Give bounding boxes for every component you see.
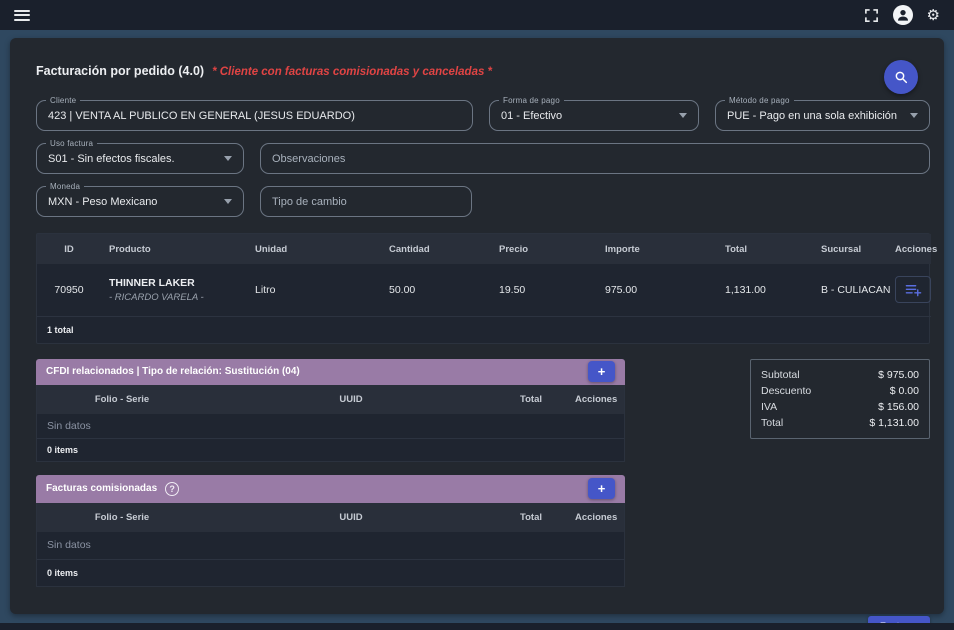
subtotal-label: Subtotal (761, 369, 800, 381)
account-avatar-icon[interactable] (893, 5, 913, 25)
moneda-value: MXN - Peso Mexicano (48, 196, 216, 208)
observaciones-field[interactable] (260, 143, 930, 174)
col-acciones: Acciones (887, 234, 931, 264)
forma-de-pago-value: 01 - Efectivo (501, 110, 671, 122)
bottom-bar (0, 623, 954, 630)
facturas-comisionadas-title: Facturas comisionadas (46, 483, 157, 494)
col-uuid: UUID (207, 385, 495, 414)
iva-value: $ 156.00 (878, 401, 919, 413)
tipo-de-cambio-field[interactable] (260, 186, 472, 217)
settings-gear-icon[interactable]: ⚙ (927, 8, 940, 23)
product-seller: - RICARDO VARELA - (109, 292, 239, 303)
fullscreen-icon[interactable] (864, 8, 879, 23)
add-cfdi-button[interactable]: + (588, 361, 615, 382)
uso-factura-label: Uso factura (46, 139, 97, 148)
help-icon[interactable]: ? (165, 482, 179, 496)
chevron-down-icon (679, 113, 687, 118)
col-cantidad: Cantidad (381, 234, 491, 264)
add-factura-comisionada-button[interactable]: + (588, 478, 615, 499)
col-acciones: Acciones (567, 385, 624, 414)
facturas-items-count: 0 items (37, 560, 624, 586)
cliente-value: 423 | VENTA AL PUBLICO EN GENERAL (JESUS… (48, 110, 461, 122)
cell-sucursal: B - CULIACAN (813, 264, 887, 316)
plus-icon: + (598, 482, 606, 495)
col-folio-serie: Folio - Serie (37, 385, 207, 414)
product-name: THINNER LAKER (109, 277, 239, 289)
cell-importe: 975.00 (597, 264, 717, 316)
cliente-field[interactable]: Cliente 423 | VENTA AL PUBLICO EN GENERA… (36, 100, 473, 131)
facturas-comisionadas-header: Facturas comisionadas ? + (36, 475, 625, 503)
cfdi-relacionados-section: CFDI relacionados | Tipo de relación: Su… (36, 359, 625, 462)
cell-producto: THINNER LAKER - RICARDO VARELA - (101, 264, 247, 316)
iva-label: IVA (761, 401, 777, 413)
cfdi-relacionados-header: CFDI relacionados | Tipo de relación: Su… (36, 359, 625, 385)
moneda-select[interactable]: Moneda MXN - Peso Mexicano (36, 186, 244, 217)
row-add-to-list-button[interactable] (895, 276, 931, 303)
facturas-comisionadas-section: Facturas comisionadas ? + Fol (36, 475, 625, 587)
cell-unidad: Litro (247, 264, 381, 316)
products-table: ID Producto Unidad Cantidad Precio Impor… (36, 233, 930, 344)
forma-de-pago-select[interactable]: Forma de pago 01 - Efectivo (489, 100, 699, 131)
search-button[interactable] (884, 60, 918, 94)
col-unidad: Unidad (247, 234, 381, 264)
hamburger-menu-icon[interactable] (14, 10, 30, 21)
descuento-label: Descuento (761, 385, 811, 397)
top-app-bar: ⚙ (0, 0, 954, 30)
cfdi-header-row: Folio - Serie UUID Total Acciones (37, 385, 624, 414)
products-count: 1 total (37, 317, 929, 343)
chevron-down-icon (224, 199, 232, 204)
tipo-de-cambio-input[interactable] (272, 196, 460, 208)
col-total: Total (495, 503, 567, 532)
forma-de-pago-label: Forma de pago (499, 96, 564, 105)
cell-id: 70950 (37, 264, 101, 316)
col-total: Total (717, 234, 813, 264)
products-header-row: ID Producto Unidad Cantidad Precio Impor… (37, 234, 931, 264)
cfdi-relacionados-title: CFDI relacionados | Tipo de relación: Su… (46, 366, 300, 377)
col-acciones: Acciones (567, 503, 624, 532)
cell-acciones (887, 264, 931, 316)
col-total: Total (495, 385, 567, 414)
cell-precio: 19.50 (491, 264, 597, 316)
total-label: Total (761, 417, 783, 429)
col-sucursal: Sucursal (813, 234, 887, 264)
page-title: Facturación por pedido (4.0) (36, 64, 204, 78)
cell-total: 1,131.00 (717, 264, 813, 316)
cfdi-empty-state: Sin datos (37, 414, 624, 439)
metodo-de-pago-select[interactable]: Método de pago PUE - Pago en una sola ex… (715, 100, 930, 131)
subtotal-value: $ 975.00 (878, 369, 919, 381)
cell-cantidad: 50.00 (381, 264, 491, 316)
plus-icon: + (598, 365, 606, 378)
col-producto: Producto (101, 234, 247, 264)
metodo-de-pago-label: Método de pago (725, 96, 794, 105)
invoice-card: Facturación por pedido (4.0) * Cliente c… (10, 38, 944, 614)
cfdi-items-count: 0 items (37, 439, 624, 461)
col-id: ID (37, 234, 101, 264)
totals-summary: Subtotal $ 975.00 Descuento $ 0.00 IVA $… (750, 359, 930, 439)
uso-factura-select[interactable]: Uso factura S01 - Sin efectos fiscales. (36, 143, 244, 174)
col-precio: Precio (491, 234, 597, 264)
moneda-label: Moneda (46, 182, 84, 191)
uso-factura-value: S01 - Sin efectos fiscales. (48, 153, 216, 165)
client-warning-text: * Cliente con facturas comisionadas y ca… (212, 66, 492, 78)
chevron-down-icon (910, 113, 918, 118)
cliente-label: Cliente (46, 96, 80, 105)
metodo-de-pago-value: PUE - Pago en una sola exhibición (727, 110, 902, 122)
playlist-add-icon (905, 283, 922, 297)
facturas-header-row: Folio - Serie UUID Total Acciones (37, 503, 624, 532)
observaciones-input[interactable] (272, 153, 918, 165)
chevron-down-icon (224, 156, 232, 161)
descuento-value: $ 0.00 (890, 385, 919, 397)
search-icon (893, 69, 909, 85)
total-value: $ 1,131.00 (869, 417, 919, 429)
col-uuid: UUID (207, 503, 495, 532)
facturas-empty-state: Sin datos (37, 532, 624, 560)
col-importe: Importe (597, 234, 717, 264)
col-folio-serie: Folio - Serie (37, 503, 207, 532)
table-row: 70950 THINNER LAKER - RICARDO VARELA - L… (37, 264, 931, 316)
